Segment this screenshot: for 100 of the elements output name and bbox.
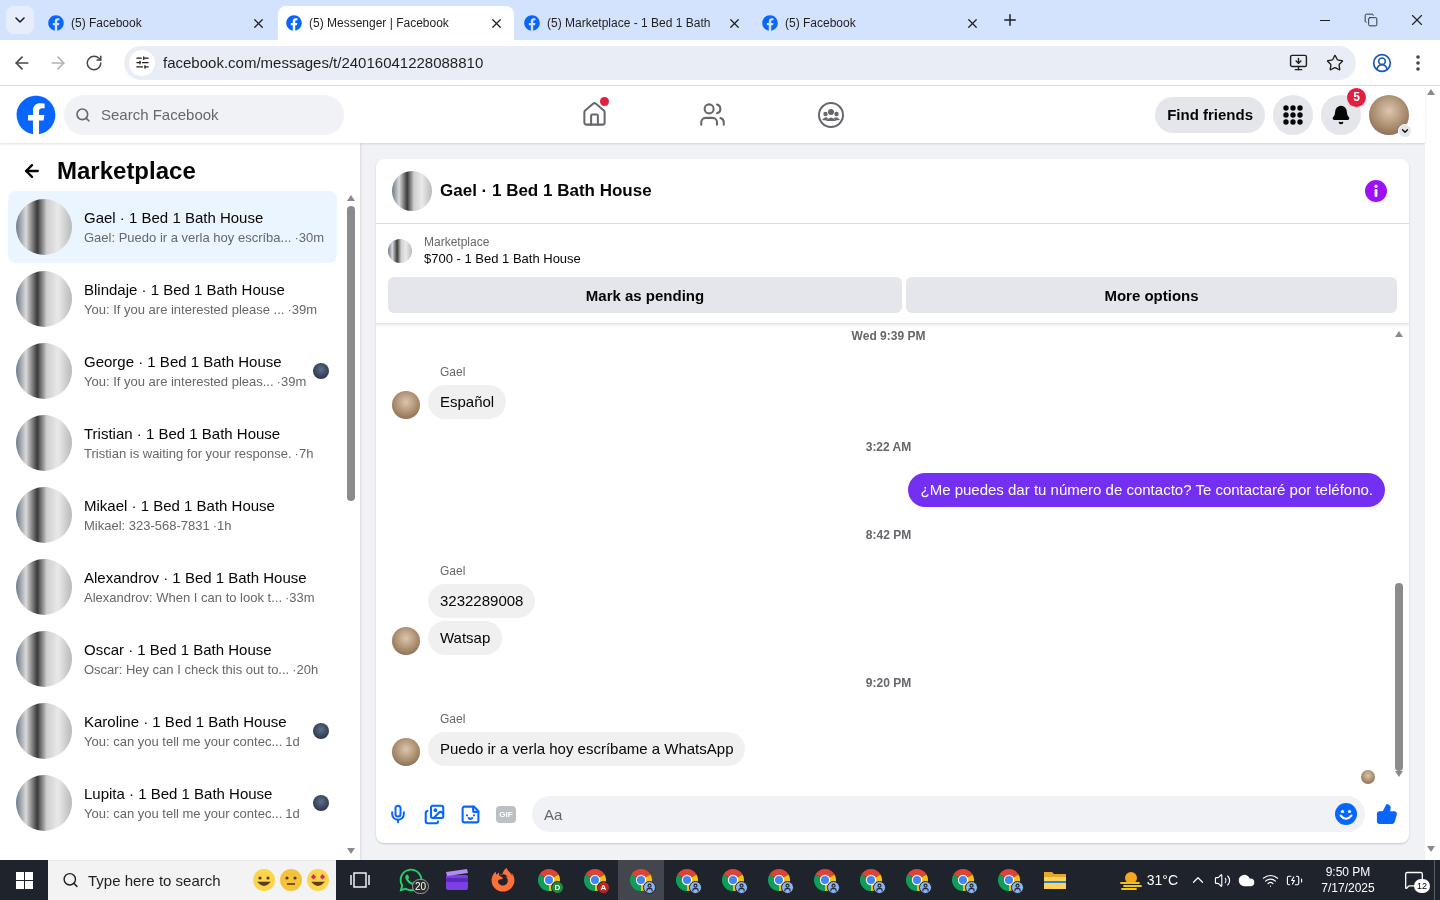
browser-tab[interactable]: (5) Facebook <box>40 6 276 40</box>
tab-search-button[interactable] <box>6 6 34 34</box>
conversation-item[interactable]: Blindaje · 1 Bed 1 Bath House You: If you are interested please ... ·39m <box>8 263 337 335</box>
message-bubble: Español <box>428 385 507 419</box>
groups-icon[interactable] <box>817 101 844 128</box>
conversation-title: Blindaje · 1 Bed 1 Bath House <box>84 280 286 299</box>
sidebar-title: Marketplace <box>57 157 196 185</box>
photo-placeholder <box>16 775 72 831</box>
thumbs-up-icon[interactable] <box>1376 803 1398 825</box>
photo-placeholder <box>16 559 72 615</box>
message-time: ·39m <box>287 302 318 318</box>
chat-title: Gael · 1 Bed 1 Bath House <box>440 181 653 201</box>
scroll-down-icon[interactable] <box>1427 846 1435 852</box>
person-badge-icon <box>735 881 748 894</box>
emoji-icon <box>252 868 276 892</box>
photo-placeholder <box>16 199 72 255</box>
photo-placeholder <box>16 631 72 687</box>
photos-icon[interactable] <box>423 803 445 825</box>
conversation-item[interactable]: Oscar · 1 Bed 1 Bath House Oscar: Hey can I check this out to... ·20h <box>8 623 337 695</box>
conversation-item[interactable]: Alexandrov · 1 Bed 1 Bath House Alexandrov: When I can to look t... ·33m <box>8 551 337 623</box>
message-preview: Mikael: 323-568-7831 <box>84 518 210 534</box>
notifications-button[interactable] <box>1321 94 1361 135</box>
emoji-icon <box>306 868 330 892</box>
conversation-item[interactable]: Tristian · 1 Bed 1 Bath House Tristian is waiting for your response. ·7h <box>8 407 337 479</box>
fox-globe-icon[interactable] <box>491 868 515 892</box>
windows-logo-icon[interactable] <box>15 871 33 889</box>
scroll-up-icon[interactable] <box>1427 89 1435 95</box>
conversation-title: George · 1 Bed 1 Bath House <box>84 352 283 371</box>
timestamp: 3:22 AM <box>865 439 912 455</box>
microphone-icon[interactable] <box>388 804 408 824</box>
message-time: ·20h <box>292 662 319 678</box>
photo-placeholder <box>388 239 412 263</box>
address-bar[interactable]: facebook.com/messages/t/24016041228088810 <box>124 45 1356 80</box>
clock-date: 7/17/2025 <box>1321 880 1375 896</box>
browser-tab[interactable]: (5) Facebook <box>754 6 990 40</box>
message-time: ·7h <box>294 446 314 462</box>
conversation-title: Lupita · 1 Bed 1 Bath House <box>84 784 274 803</box>
message-time: 1d <box>285 806 300 822</box>
task-view-icon[interactable] <box>350 871 370 889</box>
site-favicon-icon <box>286 15 302 31</box>
plus-icon <box>1001 11 1019 29</box>
action-button[interactable]: Mark as pending <box>388 277 902 313</box>
sender-name: Gael <box>440 365 466 379</box>
profile-badge: D <box>551 881 564 894</box>
browser-tab[interactable]: (5) Marketplace - 1 Bed 1 Bath <box>516 6 752 40</box>
speaker-icon[interactable] <box>1213 871 1231 889</box>
message-preview: Tristian is waiting for your response. <box>84 446 292 462</box>
folder-icon[interactable] <box>1043 870 1067 890</box>
avatar <box>392 738 420 766</box>
emoji-icon[interactable] <box>1335 803 1357 825</box>
photo-placeholder <box>16 343 72 399</box>
avatar[interactable] <box>1369 94 1409 135</box>
bookmark-star-icon[interactable] <box>1326 53 1344 72</box>
profile-badge: A <box>597 881 610 894</box>
message-time: ·33m <box>285 590 315 606</box>
scroll-up-icon[interactable] <box>347 195 355 201</box>
listing-title: $700 - 1 Bed 1 Bath House <box>424 250 581 268</box>
person-badge-icon <box>781 881 794 894</box>
clapperboard-icon[interactable] <box>445 869 469 891</box>
info-icon[interactable] <box>1365 180 1387 202</box>
site-logo-icon[interactable] <box>16 94 56 135</box>
scroll-up-icon[interactable] <box>1395 331 1403 337</box>
find-friends-button[interactable]: Find friends <box>1155 96 1265 133</box>
taskbar-search-field[interactable]: Type here to search <box>48 860 336 900</box>
message-preview: You: If you are interested please ... <box>84 302 285 318</box>
menu-button[interactable] <box>1273 94 1313 135</box>
conversation-item[interactable]: George · 1 Bed 1 Bath House You: If you are interested pleas... ·39m <box>8 335 337 407</box>
timestamp: 8:42 PM <box>865 527 912 543</box>
friends-icon[interactable] <box>699 101 726 128</box>
conversation-title: Mikael · 1 Bed 1 Bath House <box>84 496 276 515</box>
hazy-sun-icon[interactable] <box>1118 869 1143 891</box>
sticker-icon[interactable] <box>459 803 481 825</box>
photo-placeholder <box>16 415 72 471</box>
restore-icon <box>1364 13 1378 27</box>
home-icon[interactable] <box>581 101 608 128</box>
message-input[interactable]: Aa <box>532 796 1365 832</box>
conversation-item[interactable]: Lupita · 1 Bed 1 Bath House You: can you tell me your contec... 1d <box>8 767 337 839</box>
conversation-item[interactable]: Gael · 1 Bed 1 Bath House Gael: Puedo ir a verla hoy escríba... ·30m <box>8 191 337 263</box>
browser-tab[interactable]: (5) Messenger | Facebook <box>278 6 514 40</box>
temperature-text: 31°C <box>1146 872 1178 888</box>
install-app-icon[interactable] <box>1289 53 1308 72</box>
notification-center-button[interactable]: 12 <box>1394 860 1434 900</box>
person-badge-icon <box>1011 881 1024 894</box>
site-info-button[interactable] <box>129 49 155 76</box>
photo-placeholder <box>16 487 72 543</box>
message-preview: Alexandrov: When I can to look t... <box>84 590 282 606</box>
action-button[interactable]: More options <box>906 277 1397 313</box>
conversation-item[interactable]: Karoline · 1 Bed 1 Bath House You: can you tell me your contec... 1d <box>8 695 337 767</box>
back-button[interactable] <box>22 161 42 181</box>
scrollbar-thumb[interactable] <box>347 206 355 501</box>
taskbar-app-button[interactable]: 20 <box>388 860 434 900</box>
conversation-item[interactable]: Mikael · 1 Bed 1 Bath House Mikael: 323-568-7831 ·1h <box>8 479 337 551</box>
scroll-down-icon[interactable] <box>347 848 355 854</box>
taskbar-app-button[interactable]: D <box>526 860 572 900</box>
clock-time: 9:50 PM <box>1325 864 1371 880</box>
photo-placeholder <box>16 703 72 759</box>
timestamp: Wed 9:39 PM <box>851 328 926 344</box>
search-field[interactable]: Search Facebook <box>64 94 344 135</box>
taskbar-app-button[interactable]: A <box>572 860 618 900</box>
taskbar-app-button[interactable] <box>618 860 664 900</box>
